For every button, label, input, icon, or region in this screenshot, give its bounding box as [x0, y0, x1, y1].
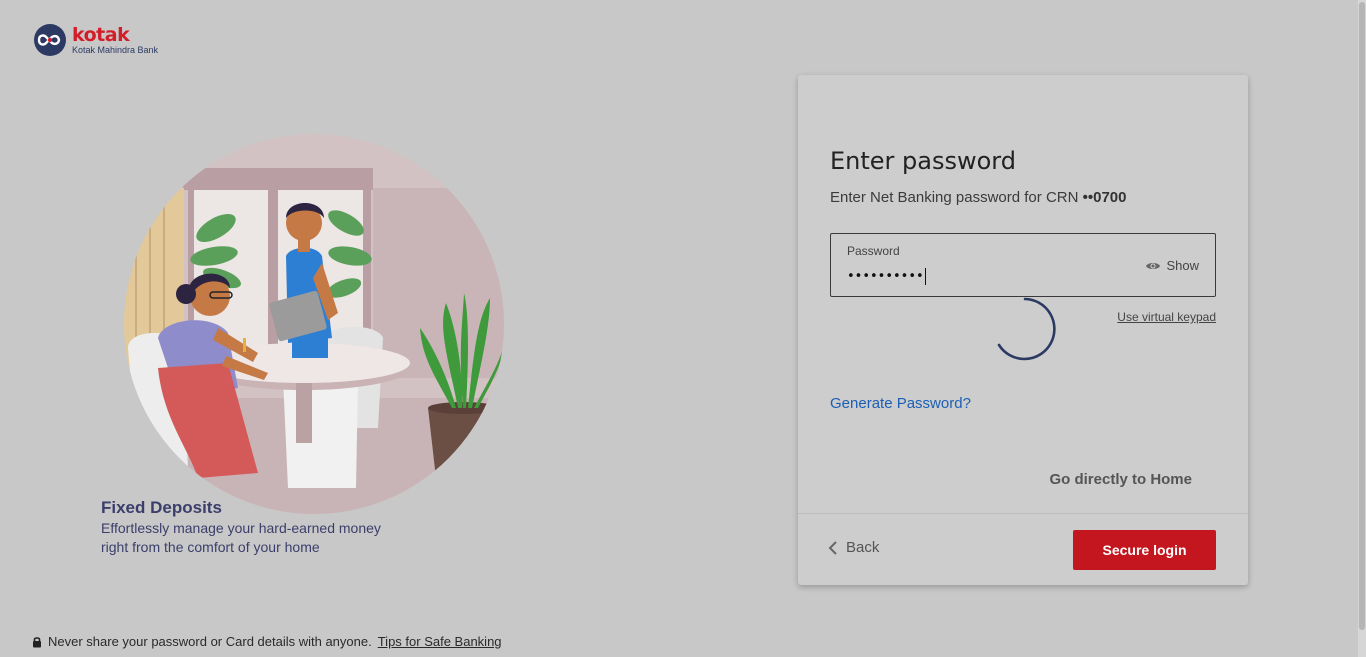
- lock-icon: [33, 636, 41, 647]
- password-value: ••••••••••: [847, 269, 924, 284]
- promo-line-2: right from the comfort of your home: [101, 539, 320, 555]
- security-notice-text: Never share your password or Card detail…: [48, 634, 372, 649]
- show-password-toggle[interactable]: Show: [1145, 258, 1199, 273]
- scrollbar-thumb[interactable]: [1359, 2, 1365, 630]
- secure-login-button[interactable]: Secure login: [1073, 530, 1216, 570]
- promo-title: Fixed Deposits: [101, 498, 222, 517]
- chevron-left-icon: [828, 540, 837, 555]
- go-home-link[interactable]: Go directly to Home: [1049, 471, 1192, 488]
- tips-safe-banking-link[interactable]: Tips for Safe Banking: [378, 634, 502, 649]
- password-field[interactable]: Password •••••••••• Show: [830, 233, 1216, 297]
- back-button[interactable]: Back: [828, 539, 879, 556]
- card-subtitle: Enter Net Banking password for CRN ••070…: [830, 189, 1126, 206]
- back-label: Back: [846, 539, 880, 556]
- card-title: Enter password: [830, 147, 1016, 175]
- security-notice: Never share your password or Card detail…: [32, 634, 502, 649]
- fixed-deposits-illustration: [124, 134, 504, 514]
- crn-masked: ••0700: [1082, 189, 1127, 206]
- text-caret: [924, 268, 926, 285]
- loading-spinner: [997, 297, 1056, 361]
- show-label: Show: [1166, 258, 1199, 273]
- page-scrollbar[interactable]: [1358, 0, 1366, 657]
- eye-icon: [1146, 262, 1161, 269]
- kotak-logo-icon: [34, 24, 66, 56]
- promo-line-1: Effortlessly manage your hard-earned mon…: [101, 520, 381, 536]
- brand-subtitle: Kotak Mahindra Bank: [72, 44, 159, 55]
- virtual-keypad-link[interactable]: Use virtual keypad: [1117, 310, 1216, 324]
- card-subtitle-text: Enter Net Banking password for CRN: [830, 189, 1083, 206]
- brand-name: kotak: [72, 23, 130, 46]
- password-input[interactable]: ••••••••••: [847, 268, 1127, 288]
- generate-password-link[interactable]: Generate Password?: [830, 395, 971, 412]
- card-divider: [798, 513, 1248, 514]
- password-label: Password: [847, 244, 900, 258]
- kotak-logo[interactable]: kotak Kotak Mahindra Bank: [32, 24, 158, 56]
- promo-block: Fixed Deposits Effortlessly manage your …: [101, 498, 381, 557]
- login-card: Enter password Enter Net Banking passwor…: [798, 75, 1248, 585]
